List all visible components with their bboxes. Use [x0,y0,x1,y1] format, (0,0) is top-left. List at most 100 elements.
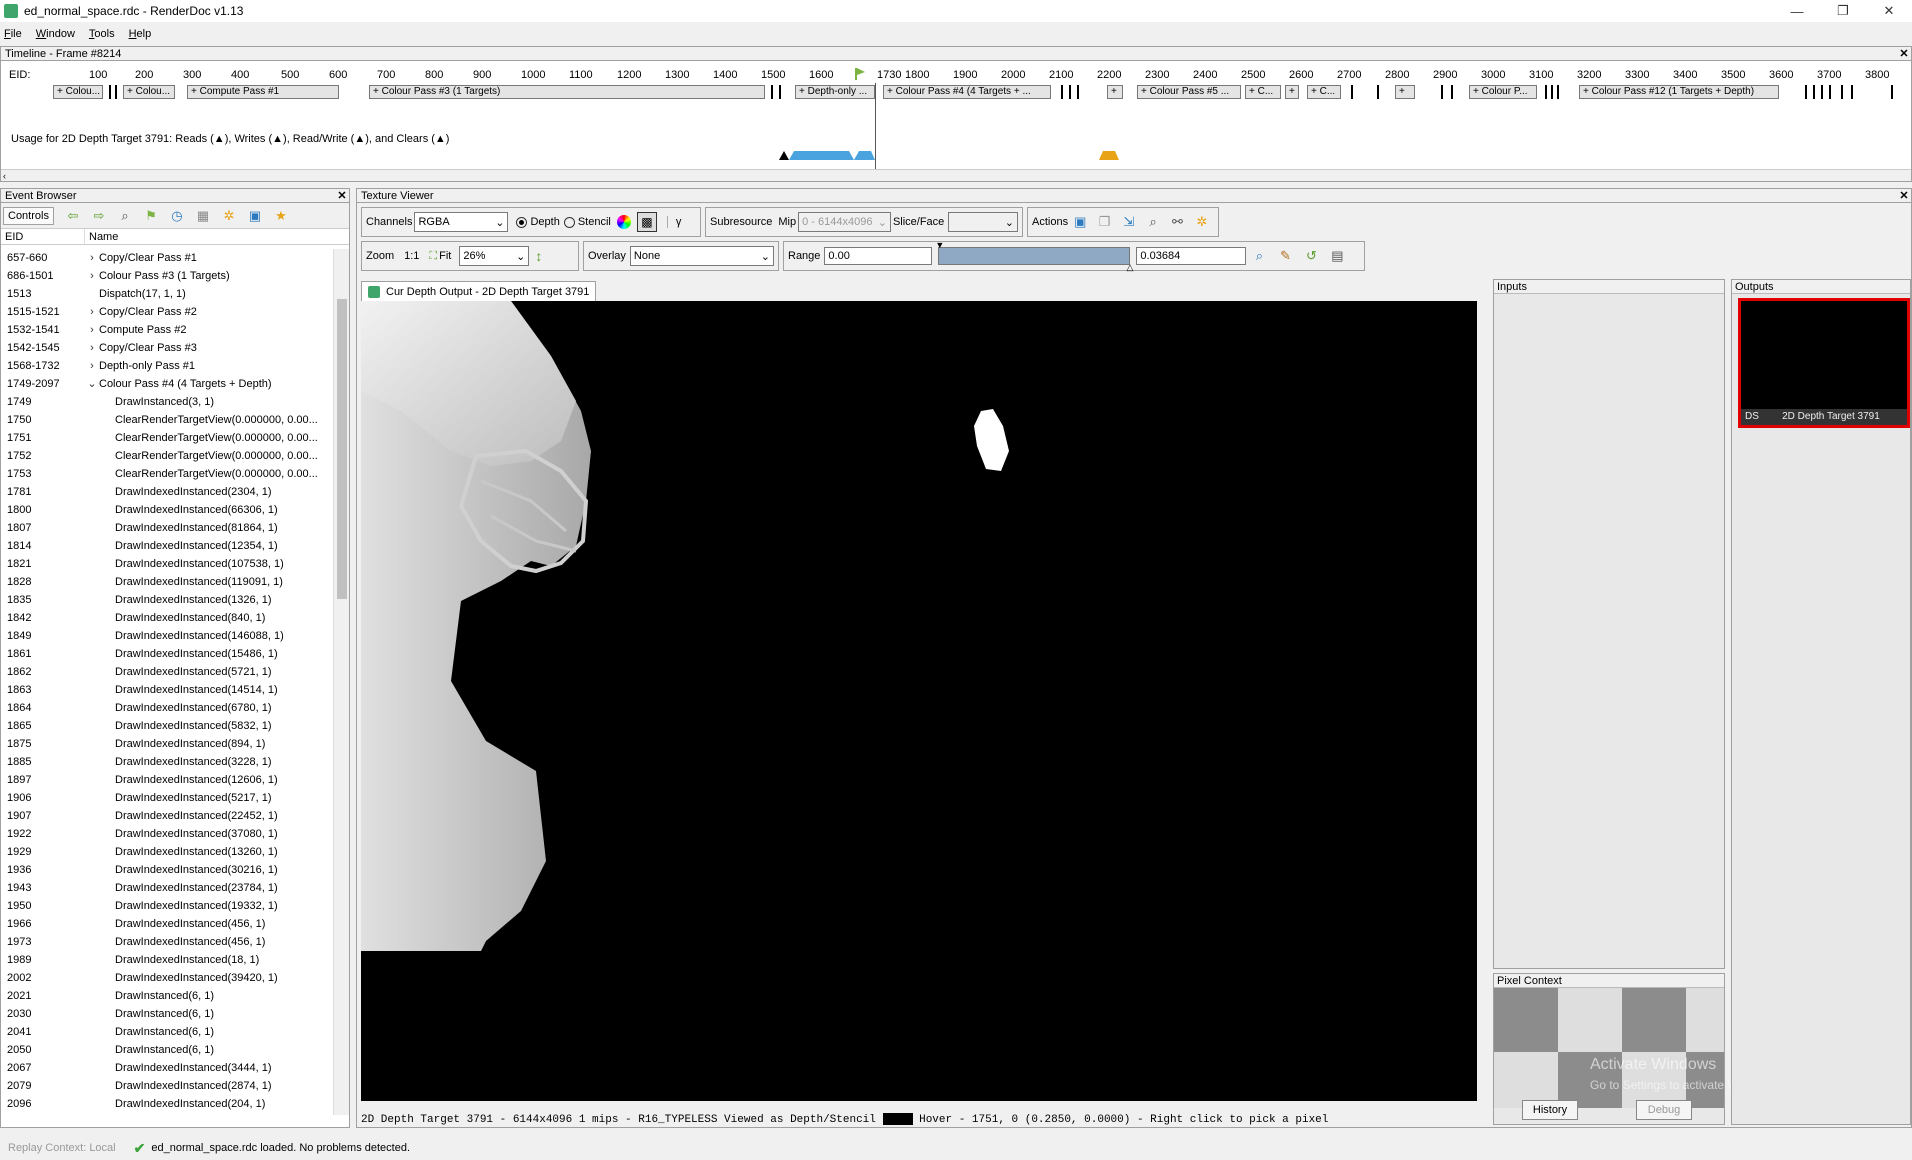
event-row[interactable]: 1989 DrawIndexedInstanced(18, 1) [1,951,331,969]
slice-face-select[interactable]: ⌄ [948,212,1018,232]
event-row[interactable]: 1966 DrawIndexedInstanced(456, 1) [1,915,331,933]
texture-tab[interactable]: Cur Depth Output - 2D Depth Target 3791 [361,281,597,301]
event-row[interactable]: 1936 DrawIndexedInstanced(30216, 1) [1,861,331,879]
previous-event-icon[interactable]: ⇦ [64,207,82,225]
overlay-select[interactable]: None ⌄ [629,246,774,266]
color-wheel-icon[interactable] [616,215,631,229]
copy-icon[interactable]: ❐ [1096,213,1112,231]
time-durations-icon[interactable]: ◷ [168,207,186,225]
event-list-scrollbar[interactable] [333,249,349,1115]
zoom-1-1-button[interactable]: 1:1 [404,250,419,262]
event-row[interactable]: 1753 ClearRenderTargetView(0.000000, 0.00… [1,465,331,483]
range-max-handle[interactable]: △ [1127,262,1134,273]
timeline-pass[interactable]: + [1395,85,1415,99]
stencil-radio[interactable] [563,216,575,228]
menu-tools[interactable]: Tools [89,28,115,40]
menu-help[interactable]: Help [129,28,152,40]
event-row[interactable]: 2067 DrawIndexedInstanced(3444, 1) [1,1059,331,1077]
mip-select[interactable]: 0 - 6144x4096 ⌄ [798,212,891,232]
zoom-select[interactable]: 26% ⌄ [459,246,530,266]
minimize-button[interactable]: — [1774,0,1820,22]
timeline-pass[interactable]: + Compute Pass #1 [187,85,339,99]
chevron-down-icon[interactable]: ⌄ [85,375,99,393]
event-row[interactable]: 1828 DrawIndexedInstanced(119091, 1) [1,573,331,591]
event-row[interactable]: 2096 DrawIndexedInstanced(204, 1) [1,1095,331,1113]
debug-button[interactable]: Debug [1636,1100,1692,1120]
gamma-toggle[interactable]: γ [666,216,681,228]
event-row[interactable]: 1862 DrawIndexedInstanced(5721, 1) [1,663,331,681]
name-column-header[interactable]: Name [85,229,118,244]
auto-fit-icon[interactable]: ✎ [1276,247,1294,265]
event-row[interactable]: 1814 DrawIndexedInstanced(12354, 1) [1,537,331,555]
find-icon[interactable]: ⌕ [1145,213,1161,231]
event-row[interactable]: 1821 DrawIndexedInstanced(107538, 1) [1,555,331,573]
event-row[interactable]: 657-660 › Copy/Clear Pass #1 [1,249,331,267]
event-row[interactable]: 1907 DrawIndexedInstanced(22452, 1) [1,807,331,825]
next-event-icon[interactable]: ⇨ [90,207,108,225]
event-row[interactable]: 2097CopySubresourceRegion(2D Texture 36.… [1,1113,331,1115]
timeline-pass[interactable]: + Colour Pass #3 (1 Targets) [369,85,765,99]
favourite-icon[interactable]: ★ [272,207,290,225]
event-row[interactable]: 1532-1541 › Compute Pass #2 [1,321,331,339]
reset-range-icon[interactable]: ↺ [1302,247,1320,265]
event-row[interactable]: 1513 Dispatch(17, 1, 1) [1,285,331,303]
menu-file[interactable]: File [4,28,22,40]
event-row[interactable]: 1922 DrawIndexedInstanced(37080, 1) [1,825,331,843]
close-icon[interactable]: ✕ [1897,47,1911,60]
range-min-input[interactable]: 0.00 [824,247,933,265]
event-row[interactable]: 2021 DrawInstanced(6, 1) [1,987,331,1005]
export-icon[interactable]: ✲ [220,207,238,225]
channels-select[interactable]: RGBA ⌄ [414,212,509,232]
event-row[interactable]: 1973 DrawIndexedInstanced(456, 1) [1,933,331,951]
event-row[interactable]: 1950 DrawIndexedInstanced(19332, 1) [1,897,331,915]
event-row[interactable]: 2079 DrawIndexedInstanced(2874, 1) [1,1077,331,1095]
history-button[interactable]: History [1522,1100,1578,1120]
timeline-pass[interactable]: + Depth-only ... [795,85,875,99]
event-row[interactable]: 1800 DrawIndexedInstanced(66306, 1) [1,501,331,519]
chevron-right-icon[interactable]: › [85,321,99,339]
histogram-icon[interactable]: ▤ [1328,247,1346,265]
event-row[interactable]: 2041 DrawInstanced(6, 1) [1,1023,331,1041]
texture-scrollbar[interactable] [1477,301,1489,1101]
timeline-pass[interactable]: + Colour Pass #5 ... [1137,85,1241,99]
texture-canvas[interactable] [361,301,1477,1101]
event-row[interactable]: 2002 DrawIndexedInstanced(39420, 1) [1,969,331,987]
settings-icon[interactable]: ✲ [1194,213,1210,231]
chevron-right-icon[interactable]: › [85,303,99,321]
eid-column-header[interactable]: EID [1,229,85,244]
timeline-pass[interactable]: + Colou... [53,85,103,99]
event-row[interactable]: 1749 DrawInstanced(3, 1) [1,393,331,411]
event-row[interactable]: 1568-1732 › Depth-only Pass #1 [1,357,331,375]
output-thumbnail[interactable]: DS 2D Depth Target 3791 [1738,298,1910,428]
save-icon[interactable]: ▣ [246,207,264,225]
event-row[interactable]: 2050 DrawInstanced(6, 1) [1,1041,331,1059]
chevron-right-icon[interactable]: › [85,267,99,285]
event-row[interactable]: 1863 DrawIndexedInstanced(14514, 1) [1,681,331,699]
event-row[interactable]: 1751 ClearRenderTargetView(0.000000, 0.00… [1,429,331,447]
chevron-right-icon[interactable]: › [85,339,99,357]
event-row[interactable]: 1807 DrawIndexedInstanced(81864, 1) [1,519,331,537]
event-row[interactable]: 1864 DrawIndexedInstanced(6780, 1) [1,699,331,717]
column-settings-icon[interactable]: ▦ [194,207,212,225]
timeline-pass[interactable]: + Colour Pass #12 (1 Targets + Depth) [1579,85,1779,99]
range-min-handle[interactable]: ▼ [935,240,944,250]
restore-button[interactable]: ❐ [1820,0,1866,22]
event-row[interactable]: 1943 DrawIndexedInstanced(23784, 1) [1,879,331,897]
event-row[interactable]: 1749-2097 ⌄ Colour Pass #4 (4 Targets + De… [1,375,331,393]
close-icon[interactable]: ✕ [1897,189,1911,202]
find-icon[interactable]: ⌕ [116,207,134,225]
timeline-pass[interactable]: + C... [1245,85,1281,99]
flip-icon[interactable]: ↕ [535,248,542,264]
timeline-ruler[interactable]: EID: 100 200 300 400 500 600 700 800 900 1000 1100… [5,67,1909,81]
range-histogram[interactable]: ▼ △ [935,240,1133,272]
event-row[interactable]: 1885 DrawIndexedInstanced(3228, 1) [1,753,331,771]
event-row[interactable]: 2030 DrawInstanced(6, 1) [1,1005,331,1023]
zoom-range-icon[interactable]: ⌕ [1250,247,1268,265]
depth-radio[interactable] [516,216,528,228]
event-row[interactable]: 1861 DrawIndexedInstanced(15486, 1) [1,645,331,663]
event-row[interactable]: 1875 DrawIndexedInstanced(894, 1) [1,735,331,753]
event-row[interactable]: 1865 DrawIndexedInstanced(5832, 1) [1,717,331,735]
scrollbar-thumb[interactable] [337,299,347,599]
event-row[interactable]: 1781 DrawIndexedInstanced(2304, 1) [1,483,331,501]
save-texture-icon[interactable]: ▣ [1072,213,1088,231]
